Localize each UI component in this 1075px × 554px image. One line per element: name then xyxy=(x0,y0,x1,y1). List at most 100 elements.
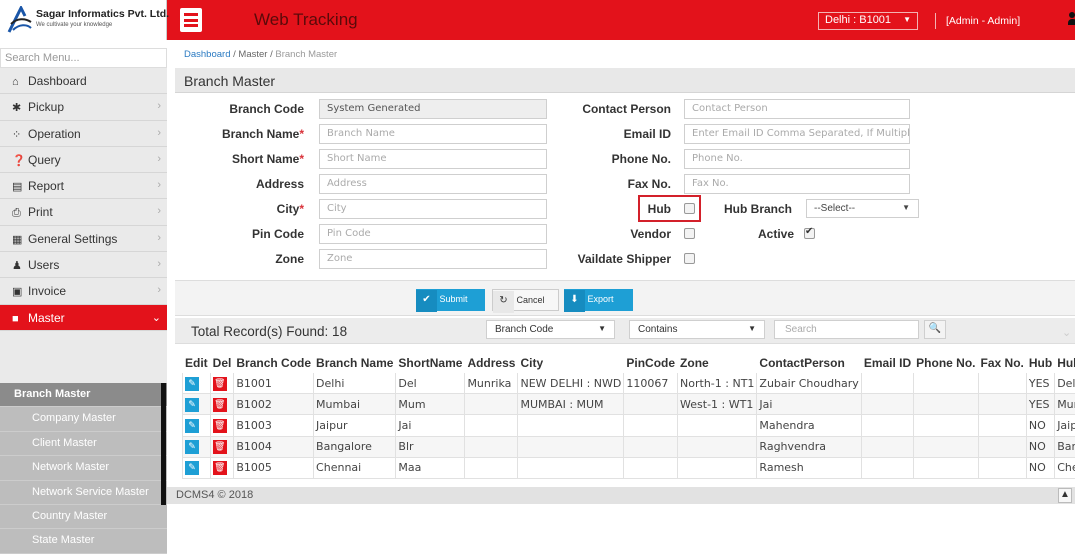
column-header[interactable]: Zone xyxy=(678,353,757,373)
user-icon[interactable] xyxy=(1068,12,1075,26)
table-cell xyxy=(465,394,518,415)
sidebar-item-dashboard[interactable]: ⌂Dashboard xyxy=(0,68,167,94)
edit-cell: ✎ xyxy=(183,373,211,394)
sidebar-item-query[interactable]: ❓Query› xyxy=(0,147,167,173)
email-id-input[interactable]: Enter Email ID Comma Separated, If Multi… xyxy=(684,124,910,144)
breadcrumb-master[interactable]: Master xyxy=(238,49,267,60)
submenu-item-network-master[interactable]: Network Master xyxy=(0,456,167,480)
column-header[interactable]: HubBranch xyxy=(1055,353,1075,373)
delete-icon[interactable]: 🗑 xyxy=(213,461,227,475)
breadcrumb-current: Branch Master xyxy=(275,49,337,60)
column-header[interactable]: Branch Code xyxy=(234,353,314,373)
table-cell xyxy=(465,415,518,436)
delete-icon[interactable]: 🗑 xyxy=(213,419,227,433)
address-input[interactable]: Address xyxy=(319,174,547,194)
sidebar-item-general-settings[interactable]: ▦General Settings› xyxy=(0,226,167,252)
column-header[interactable]: Hub xyxy=(1026,353,1054,373)
scroll-top-icon[interactable]: ▲ xyxy=(1058,488,1072,503)
table-cell: B1004 xyxy=(234,436,314,457)
filter-op-select[interactable]: Contains▼ xyxy=(629,320,765,339)
submit-label: Submit xyxy=(440,294,468,304)
short-name-input[interactable]: Short Name xyxy=(319,149,547,169)
user-label[interactable]: [Admin - Admin] xyxy=(935,13,1020,29)
search-icon[interactable]: 🔍 xyxy=(924,320,946,339)
fax-no-input[interactable]: Fax No. xyxy=(684,174,910,194)
contact-person-input[interactable]: Contact Person xyxy=(684,99,910,119)
column-header[interactable]: Fax No. xyxy=(978,353,1026,373)
column-header[interactable]: ContactPerson xyxy=(757,353,861,373)
edit-icon[interactable]: ✎ xyxy=(185,377,199,391)
sidebar-item-invoice[interactable]: ▣Invoice› xyxy=(0,278,167,304)
pin-code-input[interactable]: Pin Code xyxy=(319,224,547,244)
filter-field-value: Branch Code xyxy=(495,324,553,335)
cancel-button[interactable]: ↻ Cancel xyxy=(492,289,559,311)
zone-input[interactable]: Zone xyxy=(319,249,547,269)
chevron-right-icon: › xyxy=(157,258,161,270)
table-cell: Maa xyxy=(396,457,465,478)
sidebar-item-users[interactable]: ♟Users› xyxy=(0,252,167,278)
branch-select[interactable]: Delhi : B1001 ▼ xyxy=(818,12,918,30)
edit-cell: ✎ xyxy=(183,457,211,478)
branch-name-input[interactable]: Branch Name xyxy=(319,124,547,144)
column-header[interactable]: Email ID xyxy=(861,353,913,373)
export-button[interactable]: ⬇ Export xyxy=(564,289,633,311)
column-header[interactable]: Address xyxy=(465,353,518,373)
table-body: ✎🗑B1001DelhiDelMunrikaNEW DELHI : NWD110… xyxy=(183,373,1075,479)
menu-toggle-icon[interactable] xyxy=(180,8,202,32)
vendor-checkbox[interactable] xyxy=(684,228,695,239)
edit-icon[interactable]: ✎ xyxy=(185,398,199,412)
filter-field-select[interactable]: Branch Code▼ xyxy=(486,320,615,339)
sidebar-item-master[interactable]: ■Master⌄ xyxy=(0,305,167,331)
spinner-icon: ⁘ xyxy=(12,128,28,141)
sidebar-item-print[interactable]: ⎙Print› xyxy=(0,199,167,225)
collapse-icon[interactable]: ⌄ xyxy=(1062,326,1071,339)
company-logo[interactable]: Sagar Informatics Pvt. Ltd. We cultivate… xyxy=(0,0,167,40)
delete-icon[interactable]: 🗑 xyxy=(213,398,227,412)
sidebar-item-label: General Settings xyxy=(28,232,117,246)
edit-icon[interactable]: ✎ xyxy=(185,461,199,475)
sidebar-item-label: Pickup xyxy=(28,100,64,114)
edit-icon[interactable]: ✎ xyxy=(185,440,199,454)
sidebar-item-report[interactable]: ▤Report› xyxy=(0,173,167,199)
submenu-item-client-master[interactable]: Client Master xyxy=(0,432,167,456)
table-cell: Munrika xyxy=(465,373,518,394)
sidebar-scrollbar[interactable] xyxy=(161,383,166,505)
phone-no-input[interactable]: Phone No. xyxy=(684,149,910,169)
column-header[interactable]: ShortName xyxy=(396,353,465,373)
column-header[interactable]: Branch Name xyxy=(314,353,396,373)
city-input[interactable]: City xyxy=(319,199,547,219)
column-header[interactable]: City xyxy=(518,353,624,373)
branch-table: Edit Del Branch Code Branch Name ShortNa… xyxy=(182,352,1075,479)
table-cell xyxy=(678,457,757,478)
delete-icon[interactable]: 🗑 xyxy=(213,377,227,391)
breadcrumb-dashboard[interactable]: Dashboard xyxy=(184,49,230,60)
table-cell: Delhi : B100 xyxy=(1055,373,1075,394)
breadcrumb: Dashboard / Master / Branch Master xyxy=(184,49,337,60)
grid-search-input[interactable]: Search xyxy=(774,320,919,339)
table-cell: Zubair Choudhary xyxy=(757,373,861,394)
submenu-item-company-master[interactable]: Company Master xyxy=(0,407,167,431)
master-submenu: Branch Master Company Master Client Mast… xyxy=(0,383,167,554)
sidebar-item-label: Query xyxy=(28,153,61,167)
submit-button[interactable]: ✔ Submit xyxy=(416,289,485,311)
hub-branch-select[interactable]: --Select-- ▼ xyxy=(806,199,919,218)
submenu-item-country-master[interactable]: Country Master xyxy=(0,505,167,529)
column-header[interactable]: Phone No. xyxy=(914,353,978,373)
sidebar-item-label: Print xyxy=(28,205,53,219)
table-cell xyxy=(978,457,1026,478)
sidebar-item-pickup[interactable]: ✱Pickup› xyxy=(0,94,167,120)
fax-no-label: Fax No. xyxy=(628,177,671,191)
sidebar-item-operation[interactable]: ⁘Operation› xyxy=(0,121,167,147)
edit-icon[interactable]: ✎ xyxy=(185,419,199,433)
submenu-item-network-service-master[interactable]: Network Service Master xyxy=(0,481,167,505)
search-menu-input[interactable]: Search Menu... xyxy=(0,48,167,68)
submenu-item-state-master[interactable]: State Master xyxy=(0,529,167,553)
table-row: ✎🗑B1005ChennaiMaaRameshNOChennai : B xyxy=(183,457,1075,478)
sidebar-menu: ⌂Dashboard ✱Pickup› ⁘Operation› ❓Query› … xyxy=(0,68,167,331)
required-mark: * xyxy=(299,127,304,141)
validate-shipper-checkbox[interactable] xyxy=(684,253,695,264)
active-checkbox[interactable] xyxy=(804,228,815,239)
column-header[interactable]: PinCode xyxy=(624,353,678,373)
delete-icon[interactable]: 🗑 xyxy=(213,440,227,454)
submenu-item-branch-master[interactable]: Branch Master xyxy=(0,383,167,407)
